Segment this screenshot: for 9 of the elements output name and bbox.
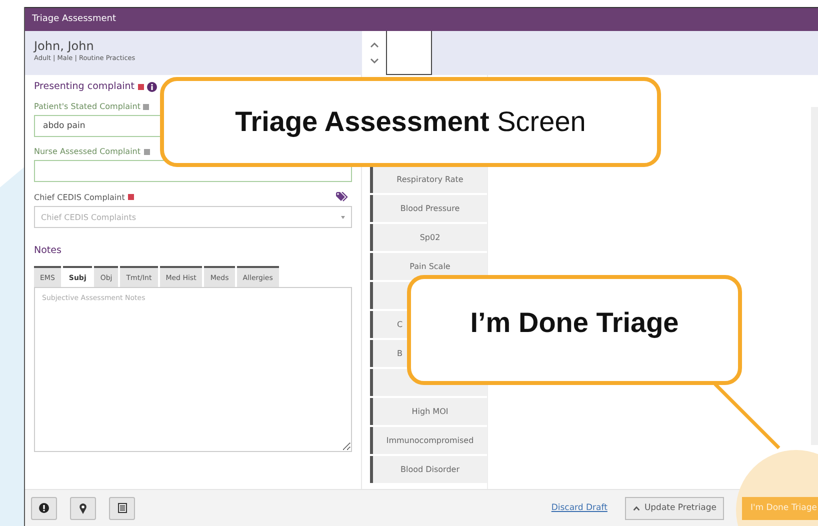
field-label: Chief CEDIS Complaint xyxy=(34,192,125,202)
window-title: Triage Assessment xyxy=(25,7,818,31)
patient-name: John, John xyxy=(34,39,95,53)
field-label: Nurse Assessed Complaint xyxy=(34,147,140,156)
field-label: Patient's Stated Complaint xyxy=(34,102,140,111)
annotation-tooltip: Triage Assessment Screen xyxy=(160,77,661,167)
section-heading: Notes xyxy=(34,245,62,256)
annotation-tooltip: I’m Done Triage xyxy=(407,275,742,385)
section-heading: Presenting complaint xyxy=(34,81,135,92)
